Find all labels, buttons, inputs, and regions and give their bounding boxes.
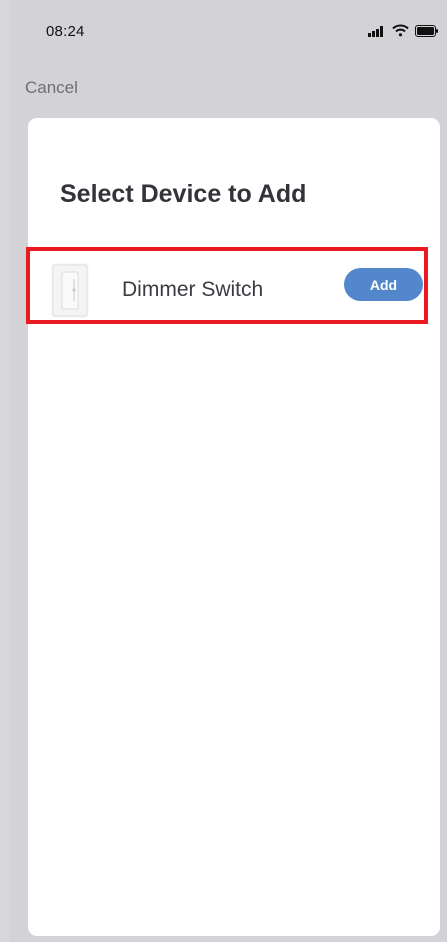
phone-screen: 08:24 Cancel Select Device to Add Dimmer… bbox=[10, 0, 447, 942]
status-bar: 08:24 bbox=[10, 0, 447, 62]
wifi-icon bbox=[392, 24, 409, 42]
device-select-sheet: Select Device to Add Dimmer Switch Add bbox=[28, 118, 440, 936]
battery-icon bbox=[415, 24, 439, 42]
signal-icon bbox=[368, 24, 386, 42]
device-name: Dimmer Switch bbox=[122, 278, 264, 301]
dimmer-switch-icon bbox=[52, 264, 88, 317]
device-row-dimmer-switch[interactable]: Dimmer Switch Add bbox=[28, 249, 440, 331]
status-icons bbox=[368, 24, 439, 42]
cancel-button[interactable]: Cancel bbox=[25, 78, 78, 98]
page-title: Select Device to Add bbox=[60, 180, 307, 208]
add-device-button[interactable]: Add bbox=[344, 268, 423, 301]
status-time: 08:24 bbox=[46, 23, 85, 40]
